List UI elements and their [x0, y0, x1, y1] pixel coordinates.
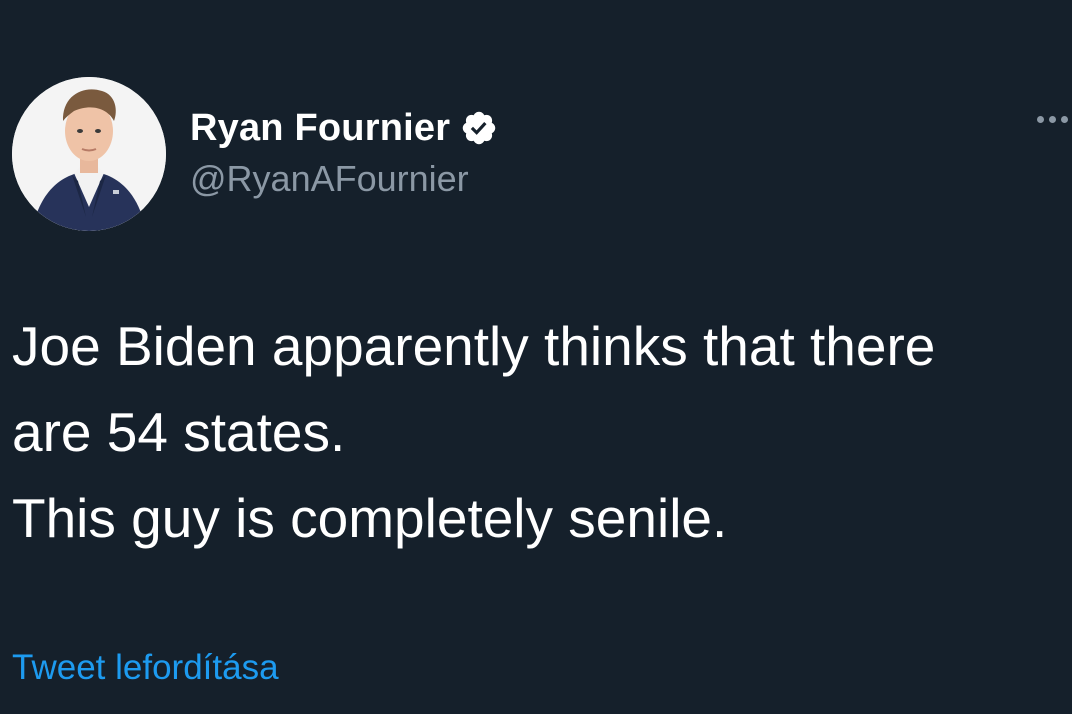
- more-options-icon[interactable]: [1037, 116, 1068, 123]
- tweet-line: Joe Biden apparently thinks that there: [12, 315, 936, 377]
- avatar[interactable]: [12, 77, 166, 231]
- user-handle[interactable]: @RyanAFournier: [190, 158, 498, 200]
- more-dot: [1037, 116, 1044, 123]
- name-row: Ryan Fournier: [190, 104, 498, 152]
- author-block: Ryan Fournier @RyanAFournier: [190, 104, 498, 200]
- tweet-text: Joe Biden apparently thinks that there a…: [12, 303, 1072, 561]
- tweet-card: Ryan Fournier @RyanAFournier Joe Biden a…: [0, 0, 1072, 714]
- more-dot: [1049, 116, 1056, 123]
- avatar-image: [12, 77, 166, 231]
- tweet-line: This guy is completely senile.: [12, 487, 728, 549]
- verified-badge-icon: [462, 111, 496, 145]
- translate-tweet-link[interactable]: Tweet lefordítása: [12, 648, 279, 688]
- more-dot: [1061, 116, 1068, 123]
- display-name[interactable]: Ryan Fournier: [190, 107, 450, 150]
- tweet-line: are 54 states.: [12, 401, 346, 463]
